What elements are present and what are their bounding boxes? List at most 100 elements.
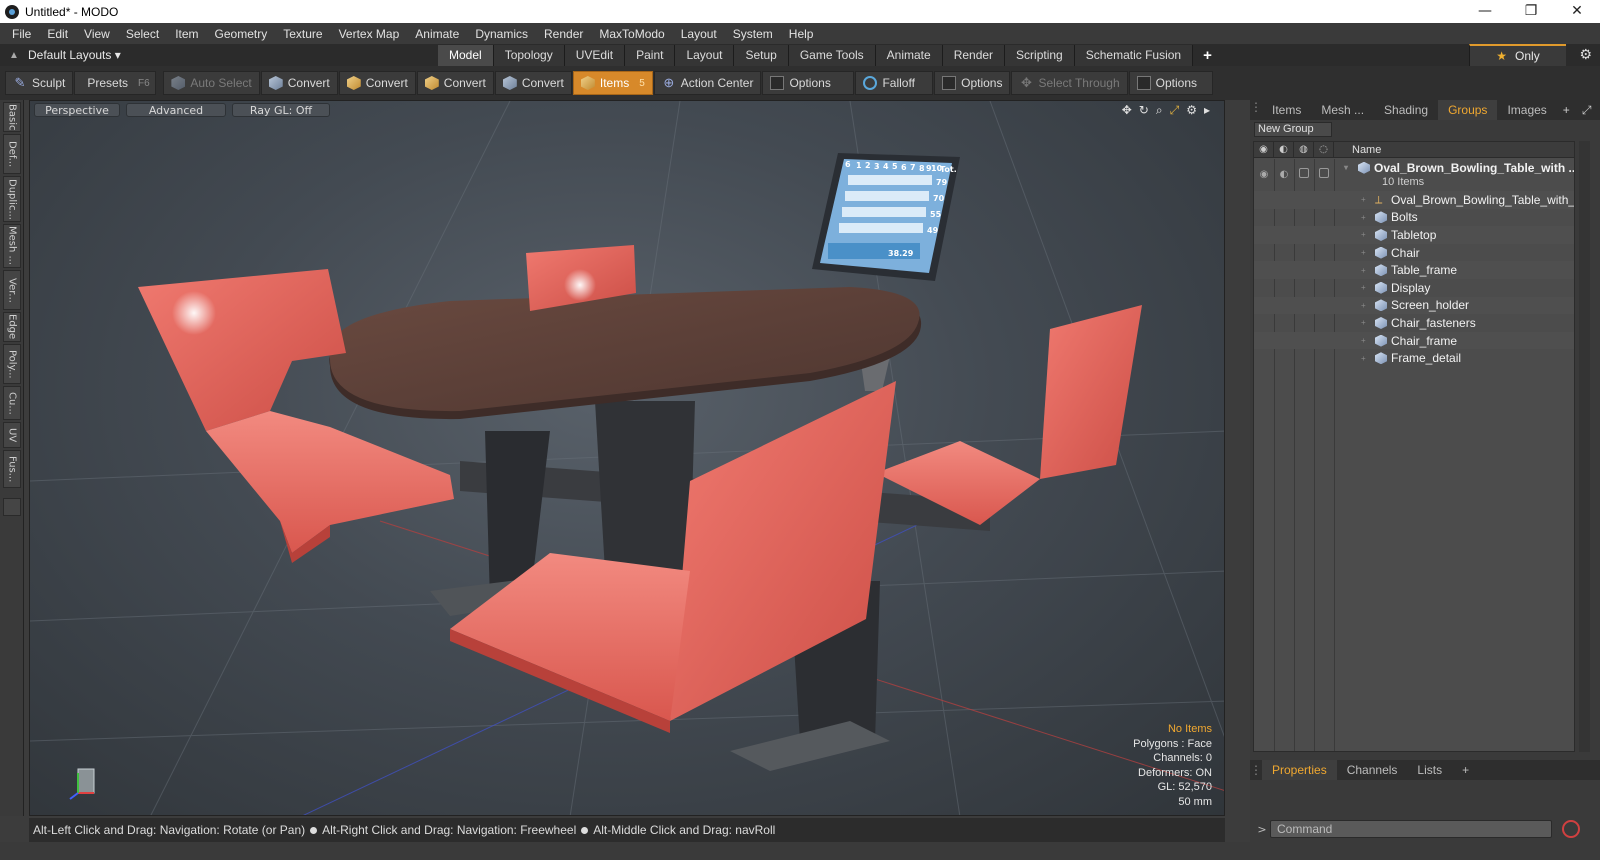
viewport-menu-icon[interactable]: ▸ bbox=[1204, 103, 1210, 118]
lefttab-basic[interactable]: Basic bbox=[3, 102, 21, 132]
menu-vertex-map[interactable]: Vertex Map bbox=[331, 27, 408, 41]
tab-mesh[interactable]: Mesh ... bbox=[1311, 100, 1374, 120]
command-input[interactable]: Command bbox=[1270, 820, 1552, 838]
items-mode-button[interactable]: Items 5 bbox=[572, 71, 653, 95]
tab-game-tools[interactable]: Game Tools bbox=[788, 45, 876, 66]
tab-model[interactable]: Model bbox=[438, 45, 494, 66]
menu-maxtomodo[interactable]: MaxToModo bbox=[591, 27, 672, 41]
render-icon[interactable]: ◐ bbox=[1274, 169, 1294, 180]
tab-items[interactable]: Items bbox=[1262, 100, 1311, 120]
panel-grip-icon[interactable]: ⋮ bbox=[1250, 100, 1262, 120]
select-column-icon[interactable]: ◌ bbox=[1314, 142, 1334, 158]
options-button-3[interactable]: Options bbox=[1128, 71, 1213, 95]
only-toggle[interactable]: ★ Only bbox=[1469, 44, 1566, 66]
raygl-toggle[interactable]: Ray GL: Off bbox=[232, 103, 330, 117]
view-type-dropdown[interactable]: Perspective bbox=[34, 103, 120, 117]
tree-scrollbar[interactable] bbox=[1579, 141, 1590, 752]
lefttab-vertex[interactable]: Ver... bbox=[3, 270, 21, 310]
tree-item-table-frame[interactable]: + Table_frame bbox=[1361, 261, 1457, 279]
select-through-button[interactable]: ✥ Select Through bbox=[1011, 71, 1128, 95]
convert-vertices-button[interactable]: Convert bbox=[260, 71, 338, 95]
menu-geometry[interactable]: Geometry bbox=[207, 27, 276, 41]
scene-render[interactable]: 6 1 2 3 4 5 6 7 8 9 10 Tot. 79 70 55 49 … bbox=[30, 101, 1225, 816]
add-tab-button[interactable]: + bbox=[1557, 103, 1576, 117]
tab-shading[interactable]: Shading bbox=[1374, 100, 1438, 120]
default-layouts-dropdown[interactable]: Default Layouts ▾ bbox=[28, 48, 438, 62]
menu-help[interactable]: Help bbox=[781, 27, 822, 41]
tab-setup[interactable]: Setup bbox=[734, 45, 789, 66]
menu-select[interactable]: Select bbox=[118, 27, 167, 41]
options-button-2[interactable]: Options bbox=[934, 71, 1011, 95]
tab-properties[interactable]: Properties bbox=[1262, 760, 1337, 780]
menu-render[interactable]: Render bbox=[536, 27, 591, 41]
render-column-icon[interactable]: ◐ bbox=[1274, 142, 1294, 158]
menu-edit[interactable]: Edit bbox=[39, 27, 76, 41]
tab-layout[interactable]: Layout bbox=[675, 45, 735, 66]
3d-viewport[interactable]: 6 1 2 3 4 5 6 7 8 9 10 Tot. 79 70 55 49 … bbox=[29, 100, 1225, 816]
falloff-button[interactable]: Falloff bbox=[855, 71, 934, 95]
lock-checkbox[interactable] bbox=[1294, 168, 1314, 181]
tree-item-chair-fasteners[interactable]: + Chair_fasteners bbox=[1361, 314, 1476, 332]
rotate-view-icon[interactable]: ↻ bbox=[1139, 103, 1149, 118]
tab-scripting[interactable]: Scripting bbox=[1005, 45, 1075, 66]
menu-layout[interactable]: Layout bbox=[673, 27, 725, 41]
tree-item-screen-holder[interactable]: + Screen_holder bbox=[1361, 297, 1469, 315]
select-checkbox[interactable] bbox=[1314, 168, 1334, 181]
tab-groups[interactable]: Groups bbox=[1438, 100, 1498, 120]
lefttab-uv[interactable]: UV bbox=[3, 422, 21, 448]
lefttab-mesh[interactable]: Mesh ... bbox=[3, 224, 21, 268]
menu-system[interactable]: System bbox=[725, 27, 781, 41]
lefttab-polygon[interactable]: Poly... bbox=[3, 344, 21, 384]
zoom-view-icon[interactable]: ⌕ bbox=[1156, 103, 1163, 118]
auto-select-button[interactable]: Auto Select bbox=[163, 71, 260, 95]
eye-icon[interactable]: ◉ bbox=[1254, 169, 1274, 180]
close-button[interactable]: ✕ bbox=[1554, 0, 1600, 23]
collapse-icon[interactable]: ▾ bbox=[1344, 163, 1354, 172]
tree-item-tabletop[interactable]: + Tabletop bbox=[1361, 226, 1436, 244]
lefttab-curve[interactable]: Cu... bbox=[3, 386, 21, 420]
add-properties-tab-button[interactable]: + bbox=[1452, 760, 1479, 780]
move-view-icon[interactable]: ✥ bbox=[1122, 103, 1132, 118]
tree-item-frame-detail[interactable]: + Frame_detail bbox=[1361, 349, 1461, 367]
convert-polygons-button[interactable]: Convert bbox=[416, 71, 494, 95]
visibility-column-icon[interactable]: ◉ bbox=[1254, 142, 1274, 158]
options-button-1[interactable]: Options bbox=[762, 71, 855, 95]
fit-view-icon[interactable]: ⤢ bbox=[1170, 103, 1180, 118]
tree-item-chair-frame[interactable]: + Chair_frame bbox=[1361, 332, 1457, 350]
tree-item-mesh[interactable]: +⟂Oval_Brown_Bowling_Table_with_Re... bbox=[1361, 191, 1574, 209]
tab-topology[interactable]: Topology bbox=[493, 45, 565, 66]
tree-item-bolts[interactable]: + Bolts bbox=[1361, 209, 1418, 227]
maximize-button[interactable]: ❐ bbox=[1508, 0, 1554, 23]
pin-icon[interactable]: ▲ bbox=[0, 50, 28, 61]
lefttab-duplicate[interactable]: Duplic... bbox=[3, 176, 21, 222]
new-group-button[interactable]: New Group bbox=[1254, 122, 1332, 137]
add-layout-button[interactable]: + bbox=[1193, 47, 1222, 64]
shading-mode-dropdown[interactable]: Advanced bbox=[126, 103, 226, 117]
tab-paint[interactable]: Paint bbox=[625, 45, 676, 66]
minimize-button[interactable]: — bbox=[1462, 0, 1508, 23]
action-center-button[interactable]: ⊕ Action Center bbox=[653, 71, 762, 95]
record-macro-icon[interactable] bbox=[1562, 820, 1580, 838]
tree-item-display[interactable]: + Display bbox=[1361, 279, 1430, 297]
viewport-settings-icon[interactable]: ⚙ bbox=[1186, 103, 1197, 118]
tree-item-chair[interactable]: + Chair bbox=[1361, 244, 1420, 262]
tab-render[interactable]: Render bbox=[942, 45, 1006, 66]
tab-channels[interactable]: Channels bbox=[1337, 760, 1408, 780]
group-row[interactable]: ▾ Oval_Brown_Bowling_Table_with ... bbox=[1344, 159, 1574, 177]
lefttab-fusion[interactable]: Fus... bbox=[3, 450, 21, 488]
lefttab-expand[interactable] bbox=[3, 498, 21, 516]
lefttab-deform[interactable]: Def... bbox=[3, 134, 21, 174]
menu-view[interactable]: View bbox=[76, 27, 118, 41]
menu-texture[interactable]: Texture bbox=[275, 27, 330, 41]
convert-materials-button[interactable]: Convert bbox=[494, 71, 572, 95]
menu-item[interactable]: Item bbox=[167, 27, 206, 41]
tab-lists[interactable]: Lists bbox=[1407, 760, 1452, 780]
tab-animate[interactable]: Animate bbox=[875, 45, 943, 66]
lefttab-edge[interactable]: Edge bbox=[3, 312, 21, 342]
expand-panel-icon[interactable]: ⤢ bbox=[1576, 103, 1598, 118]
panel-grip-icon[interactable]: ⋮ bbox=[1250, 763, 1262, 777]
gear-icon[interactable]: ⚙ bbox=[1579, 46, 1592, 63]
tab-images[interactable]: Images bbox=[1497, 100, 1556, 120]
tab-uvedit[interactable]: UVEdit bbox=[564, 45, 626, 66]
convert-edges-button[interactable]: Convert bbox=[338, 71, 416, 95]
